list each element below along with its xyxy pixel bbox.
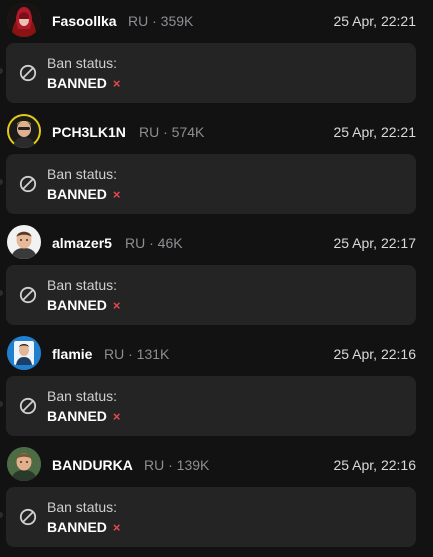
avatar-image xyxy=(7,114,41,148)
avatar[interactable] xyxy=(7,114,41,148)
avatar[interactable] xyxy=(7,225,41,259)
ban-status-label: Ban status: xyxy=(47,499,118,515)
prohibited-circle-icon xyxy=(19,508,37,526)
ban-status-text: BANNED xyxy=(47,297,107,313)
ban-status-card: Ban status: BANNED × xyxy=(6,43,416,103)
user-meta: RU · 46K xyxy=(125,235,183,251)
ban-status-value: BANNED × xyxy=(47,74,120,93)
scroll-edge-marker xyxy=(0,512,3,518)
user-meta: RU · 139K xyxy=(144,457,210,473)
user-meta: RU · 131K xyxy=(104,346,170,362)
username[interactable]: PCH3LK1N xyxy=(52,123,126,141)
prohibited-circle-icon xyxy=(19,175,37,193)
ban-status-label: Ban status: xyxy=(47,277,118,293)
avatar-image xyxy=(7,3,41,37)
cross-icon: × xyxy=(112,298,121,313)
prohibited-circle-icon xyxy=(19,397,37,415)
feed-entry: flamie RU · 131K 25 Apr, 22:16 Ban statu… xyxy=(0,335,433,446)
avatar-image xyxy=(7,447,41,481)
entry-header: BANDURKA RU · 139K 25 Apr, 22:16 xyxy=(0,446,433,484)
ban-status-value: BANNED × xyxy=(47,296,120,315)
avatar[interactable] xyxy=(7,447,41,481)
prohibited-circle-icon xyxy=(19,286,37,304)
ban-status-value: BANNED × xyxy=(47,407,120,426)
avatar[interactable] xyxy=(7,336,41,370)
timestamp: 25 Apr, 22:21 xyxy=(333,124,416,140)
scroll-edge-marker xyxy=(0,401,3,407)
feed-entry: BANDURKA RU · 139K 25 Apr, 22:16 Ban sta… xyxy=(0,446,433,557)
ban-status-card: Ban status: BANNED × xyxy=(6,487,416,547)
ban-status-value: BANNED × xyxy=(47,518,120,537)
prohibited-circle-icon xyxy=(19,64,37,82)
username[interactable]: almazer5 xyxy=(52,234,112,252)
cross-icon: × xyxy=(112,76,121,91)
ban-feed: Fasoollka RU · 359K 25 Apr, 22:21 Ban st… xyxy=(0,0,433,549)
ban-status-card: Ban status: BANNED × xyxy=(6,154,416,214)
timestamp: 25 Apr, 22:17 xyxy=(333,235,416,251)
avatar-image xyxy=(7,225,41,259)
entry-header: Fasoollka RU · 359K 25 Apr, 22:21 xyxy=(0,2,433,40)
ban-status-value: BANNED × xyxy=(47,185,120,204)
user-meta: RU · 574K xyxy=(139,124,205,140)
ban-status-label: Ban status: xyxy=(47,55,118,71)
ban-status-text: BANNED xyxy=(47,408,107,424)
ban-status-card: Ban status: BANNED × xyxy=(6,376,416,436)
ban-status-card: Ban status: BANNED × xyxy=(6,265,416,325)
cross-icon: × xyxy=(112,409,121,424)
avatar[interactable] xyxy=(7,3,41,37)
feed-entry: Fasoollka RU · 359K 25 Apr, 22:21 Ban st… xyxy=(0,2,433,113)
scroll-edge-marker xyxy=(0,179,3,185)
username[interactable]: flamie xyxy=(52,345,92,363)
ban-status-label: Ban status: xyxy=(47,388,118,404)
cross-icon: × xyxy=(112,187,121,202)
feed-entry: almazer5 RU · 46K 25 Apr, 22:17 Ban stat… xyxy=(0,224,433,335)
ban-status-label: Ban status: xyxy=(47,166,118,182)
user-meta: RU · 359K xyxy=(128,13,194,29)
ban-status-text: BANNED xyxy=(47,75,107,91)
timestamp: 25 Apr, 22:16 xyxy=(333,457,416,473)
feed-entry: PCH3LK1N RU · 574K 25 Apr, 22:21 Ban sta… xyxy=(0,113,433,224)
timestamp: 25 Apr, 22:21 xyxy=(333,13,416,29)
scroll-edge-marker xyxy=(0,290,3,296)
avatar-image xyxy=(7,336,41,370)
username[interactable]: Fasoollka xyxy=(52,12,117,30)
scroll-edge-marker xyxy=(0,68,3,74)
timestamp: 25 Apr, 22:16 xyxy=(333,346,416,362)
entry-header: flamie RU · 131K 25 Apr, 22:16 xyxy=(0,335,433,373)
cross-icon: × xyxy=(112,520,121,535)
ban-status-text: BANNED xyxy=(47,186,107,202)
entry-header: PCH3LK1N RU · 574K 25 Apr, 22:21 xyxy=(0,113,433,151)
entry-header: almazer5 RU · 46K 25 Apr, 22:17 xyxy=(0,224,433,262)
ban-status-text: BANNED xyxy=(47,519,107,535)
username[interactable]: BANDURKA xyxy=(52,456,133,474)
